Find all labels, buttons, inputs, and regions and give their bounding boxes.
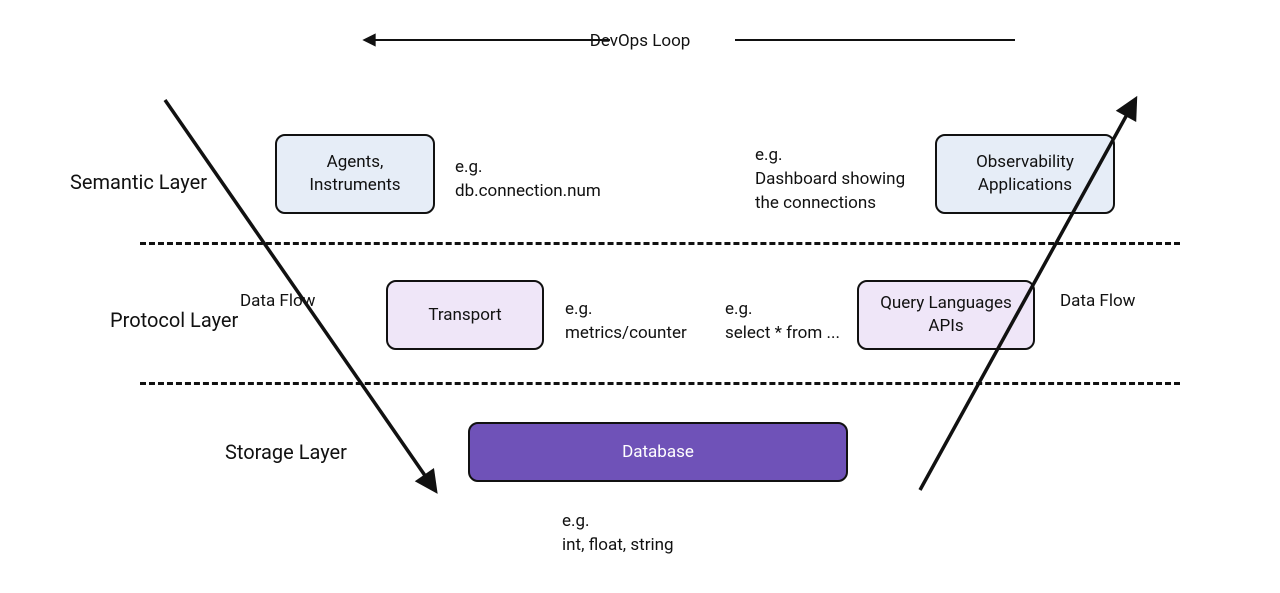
box-agents: Agents, Instruments [275, 134, 435, 214]
layer-protocol-label: Protocol Layer [110, 308, 238, 332]
box-query-languages: Query Languages APIs [857, 280, 1035, 350]
example-storage: e.g. int, float, string [562, 510, 674, 558]
example-transport: e.g. metrics/counter [565, 298, 687, 346]
box-database: Database [468, 422, 848, 482]
layer-semantic-label: Semantic Layer [70, 170, 207, 194]
example-agents: e.g. db.connection.num [455, 156, 601, 204]
example-observability: e.g. Dashboard showing the connections [755, 144, 905, 215]
example-query: e.g. select * from ... [725, 298, 840, 346]
box-observability: Observability Applications [935, 134, 1115, 214]
layer-storage-label: Storage Layer [225, 440, 347, 464]
diagram-stage: DevOps Loop Semantic Layer Protocol Laye… [0, 0, 1280, 593]
data-flow-right-label: Data Flow [1060, 290, 1135, 314]
data-flow-left-label: Data Flow [240, 290, 315, 314]
box-transport: Transport [386, 280, 544, 350]
devops-loop-label: DevOps Loop [590, 30, 691, 54]
divider-semantic-protocol [140, 242, 1180, 245]
divider-protocol-storage [140, 382, 1180, 385]
